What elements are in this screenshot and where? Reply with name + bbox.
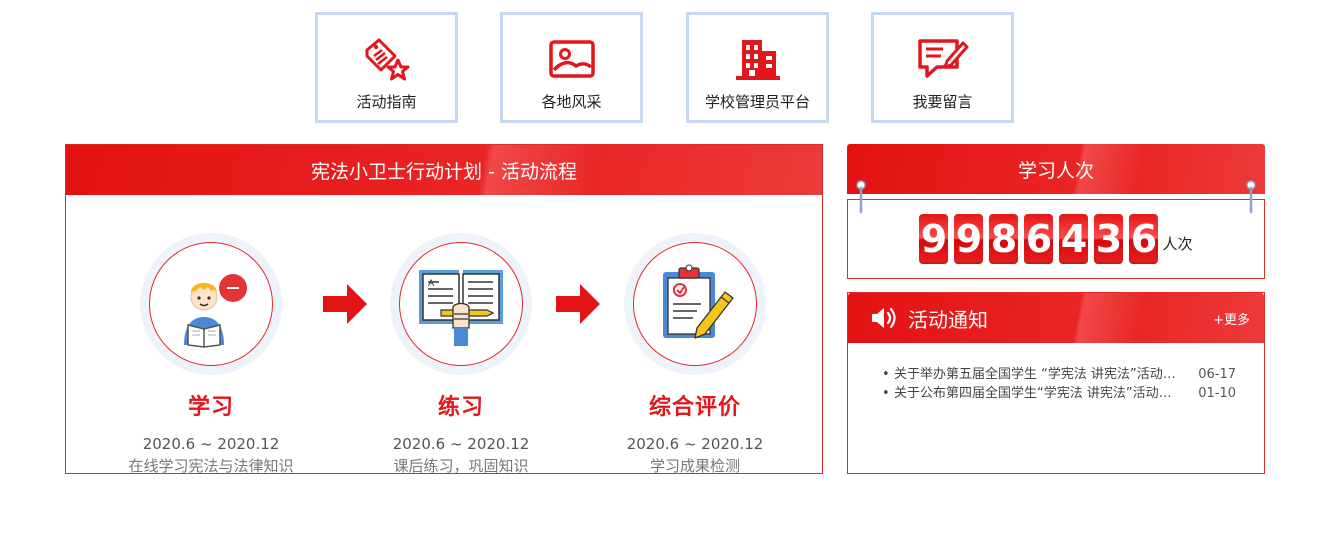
panel-title: 活动通知 bbox=[908, 307, 988, 332]
step-icon-ring bbox=[140, 233, 282, 375]
binder-ring-icon bbox=[856, 180, 866, 214]
step-icon-circle bbox=[149, 242, 273, 366]
step-icon-circle bbox=[633, 242, 757, 366]
student-reading-icon bbox=[184, 274, 247, 348]
building-icon bbox=[732, 37, 784, 81]
counter-digits: 9 9 8 6 4 3 6 人次 bbox=[919, 214, 1193, 264]
panel-title: 宪法小卫士行动计划 - 活动流程 bbox=[66, 145, 822, 195]
activity-flow-panel: 宪法小卫士行动计划 - 活动流程 学习 2020.6 ~ 2020.12 在线学… bbox=[65, 144, 823, 476]
step-icon-circle: A bbox=[399, 242, 523, 366]
counter-digit: 4 bbox=[1059, 214, 1089, 264]
image-icon bbox=[546, 37, 598, 81]
more-link[interactable]: +更多 bbox=[1213, 309, 1250, 328]
nav-tile-gallery[interactable]: 各地风采 bbox=[500, 12, 643, 123]
counter-digit: 8 bbox=[989, 214, 1019, 264]
counter-unit: 人次 bbox=[1162, 235, 1193, 253]
nav-tile-label: 学校管理员平台 bbox=[704, 93, 810, 111]
nav-tile-school-admin[interactable]: 学校管理员平台 bbox=[686, 12, 829, 123]
book-pencil-icon: A bbox=[419, 270, 503, 346]
flow-step-study[interactable]: 学习 2020.6 ~ 2020.12 在线学习宪法与法律知识 bbox=[101, 233, 321, 476]
notice-item[interactable]: 关于公布第四届全国学生“学宪法 讲宪法”活动结果的通知 01-10 bbox=[880, 384, 1236, 403]
flow-step-practice[interactable]: A 练习 2020.6 ~ 2020.12 课后练习，巩固知识 bbox=[351, 233, 571, 476]
counter-body: 9 9 8 6 4 3 6 人次 bbox=[847, 199, 1265, 279]
notice-item[interactable]: 关于举办第五届全国学生 “学宪法 讲宪法”活动的通知 06-17 bbox=[880, 365, 1236, 384]
step-date: 2020.6 ~ 2020.12 bbox=[392, 435, 530, 453]
binder-ring-icon bbox=[1246, 180, 1256, 214]
counter-digit: 3 bbox=[1094, 214, 1124, 264]
speaker-icon bbox=[872, 307, 896, 329]
notice-item-title: 关于举办第五届全国学生 “学宪法 讲宪法”活动的通知 bbox=[880, 365, 1180, 384]
step-description: 学习成果检测 bbox=[649, 457, 740, 475]
nav-tile-guide[interactable]: 活动指南 bbox=[315, 12, 458, 123]
step-icon-ring: A bbox=[390, 233, 532, 375]
flow-step-evaluation[interactable]: 综合评价 2020.6 ~ 2020.12 学习成果检测 bbox=[585, 233, 805, 476]
step-date: 2020.6 ~ 2020.12 bbox=[142, 435, 280, 453]
step-title: 学习 bbox=[187, 395, 234, 420]
step-title: 练习 bbox=[437, 395, 484, 420]
notice-item-date: 01-10 bbox=[1198, 386, 1236, 401]
nav-tile-leave-message[interactable]: 我要留言 bbox=[871, 12, 1014, 123]
step-date: 2020.6 ~ 2020.12 bbox=[626, 435, 764, 453]
step-title: 综合评价 bbox=[648, 395, 741, 420]
study-counter-panel: 学习人次 9 9 8 6 4 3 6 人次 bbox=[847, 144, 1265, 279]
notice-item-date: 06-17 bbox=[1198, 367, 1236, 382]
svg-text:A: A bbox=[428, 279, 435, 289]
nav-tile-label: 我要留言 bbox=[912, 93, 973, 111]
step-description: 在线学习宪法与法律知识 bbox=[128, 457, 294, 475]
counter-digit: 9 bbox=[919, 214, 949, 264]
panel-title: 学习人次 bbox=[847, 144, 1265, 194]
notice-list: 关于举办第五届全国学生 “学宪法 讲宪法”活动的通知 06-17 关于公布第四届… bbox=[848, 343, 1264, 403]
notice-item-title: 关于公布第四届全国学生“学宪法 讲宪法”活动结果的通知 bbox=[880, 384, 1180, 403]
message-edit-icon bbox=[917, 37, 969, 81]
notice-title-group: 活动通知 bbox=[870, 304, 988, 333]
counter-digit: 6 bbox=[1024, 214, 1054, 264]
notice-header: 活动通知 +更多 bbox=[848, 293, 1264, 343]
step-icon-ring bbox=[624, 233, 766, 375]
nav-tile-label: 各地风采 bbox=[541, 93, 602, 111]
activity-notice-panel: 活动通知 +更多 关于举办第五届全国学生 “学宪法 讲宪法”活动的通知 06-1… bbox=[847, 292, 1265, 474]
counter-digit: 9 bbox=[954, 214, 984, 264]
counter-digit: 6 bbox=[1129, 214, 1159, 264]
tag-star-icon bbox=[361, 37, 413, 81]
step-description: 课后练习，巩固知识 bbox=[393, 457, 529, 475]
nav-tile-label: 活动指南 bbox=[356, 93, 417, 111]
clipboard-check-icon bbox=[663, 264, 734, 339]
